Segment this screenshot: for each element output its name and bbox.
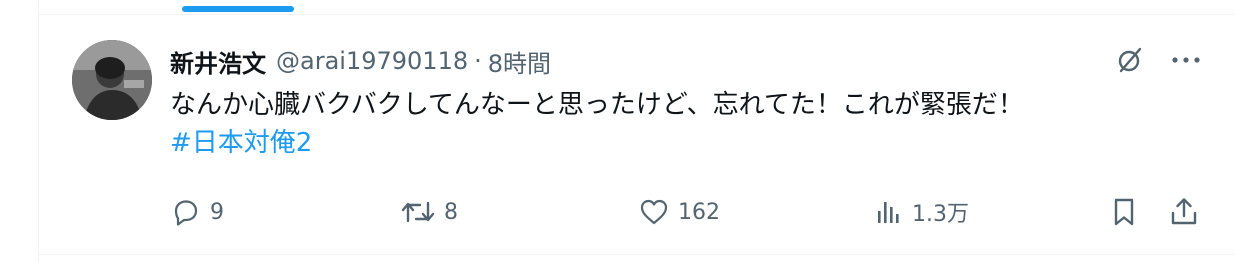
repost-icon xyxy=(401,201,435,223)
avatar[interactable] xyxy=(72,40,152,120)
grok-icon xyxy=(1118,47,1142,73)
like-button[interactable]: 162 xyxy=(638,192,720,232)
more-button[interactable] xyxy=(1166,44,1206,76)
post-timestamp[interactable]: 8時間 xyxy=(488,44,551,79)
post-body: なんか心臓バクバクしてんなーと思ったけど、忘れてた！これが緊張だ！ #日本対俺2 xyxy=(170,86,1210,162)
reply-icon xyxy=(174,200,198,226)
column-border xyxy=(38,0,39,262)
header-separator: · xyxy=(474,47,482,75)
display-name[interactable]: 新井浩文 xyxy=(170,44,266,79)
heart-icon xyxy=(640,199,668,225)
post-text: なんか心臓バクバクしてんなーと思ったけど、忘れてた！これが緊張だ！ xyxy=(170,90,1024,120)
post-header: 新井浩文 @arai19790118 · 8時間 xyxy=(170,44,551,78)
views-count: 1.3万 xyxy=(912,202,969,227)
hashtag-link[interactable]: #日本対俺2 xyxy=(170,124,1210,162)
avatar-photo xyxy=(72,40,152,120)
share-button[interactable] xyxy=(1168,192,1200,232)
repost-count: 8 xyxy=(444,199,458,225)
bookmark-button[interactable] xyxy=(1108,192,1140,232)
user-handle[interactable]: @arai19790118 xyxy=(276,47,468,75)
like-count: 162 xyxy=(678,199,720,225)
more-icon xyxy=(1172,57,1200,63)
top-divider xyxy=(39,14,1235,15)
grok-button[interactable] xyxy=(1114,44,1146,76)
analytics-icon xyxy=(878,202,899,223)
reply-count: 9 xyxy=(210,199,224,225)
post-container: 新井浩文 @arai19790118 · 8時間 なんか心臓バクバクしてんなーと… xyxy=(0,0,1235,262)
reply-button[interactable]: 9 xyxy=(170,192,224,232)
views-button[interactable]: 1.3万 xyxy=(874,192,969,232)
bottom-divider xyxy=(39,254,1235,255)
repost-button[interactable]: 8 xyxy=(400,192,458,232)
share-icon xyxy=(1171,198,1197,225)
active-tab-indicator xyxy=(182,6,294,12)
bookmark-icon xyxy=(1114,198,1134,226)
